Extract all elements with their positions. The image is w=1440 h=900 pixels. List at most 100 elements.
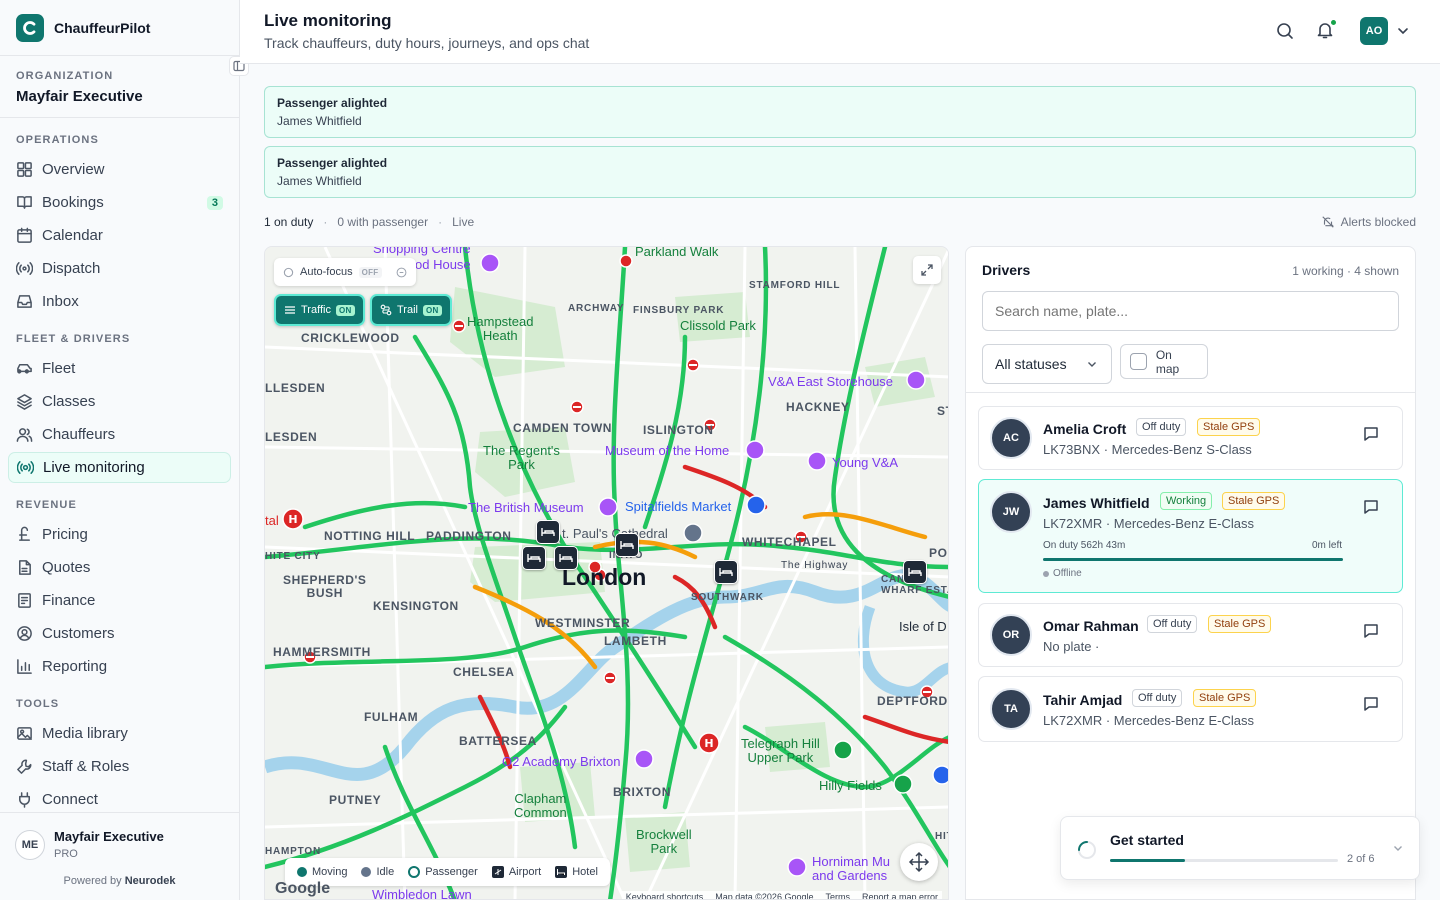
- separator-dot: ·: [323, 215, 328, 229]
- driver-card[interactable]: JW James Whitfield Working Stale GPS LK7…: [978, 479, 1403, 593]
- sidebar-item-dispatch[interactable]: Dispatch: [8, 253, 231, 284]
- report-error-link[interactable]: Report a map error: [862, 892, 938, 899]
- hotel-marker[interactable]: [615, 533, 639, 557]
- driver-detail: LK72XMR · Mercedes-Benz E-Class: [1043, 713, 1254, 728]
- with-passenger-count: 0 with passenger: [337, 215, 429, 229]
- hotel-marker[interactable]: [903, 560, 927, 584]
- alerts-blocked-toggle[interactable]: Alerts blocked: [1321, 215, 1416, 229]
- organization-block[interactable]: ORGANIZATION Mayfair Executive: [0, 56, 239, 118]
- message-icon[interactable]: [1362, 622, 1380, 640]
- map-label-british-museum: The British Museum: [468, 500, 584, 515]
- expand-icon: [921, 264, 933, 276]
- sidebar-item-fleet[interactable]: Fleet: [8, 353, 231, 384]
- alert-banner: Passenger alighted James Whitfield: [264, 146, 1416, 198]
- on-map-label: On map: [1155, 347, 1180, 376]
- legend-moving-label: Moving: [312, 866, 348, 878]
- powered-by: Powered by Neurodek: [0, 875, 239, 887]
- traffic-toggle[interactable]: Traffic ON: [274, 294, 365, 326]
- sidebar-item-classes[interactable]: Classes: [8, 386, 231, 417]
- map-label-museum-of-the-home: Museum of the Home: [605, 443, 730, 458]
- driver-card[interactable]: OR Omar Rahman Off duty Stale GPS No pla…: [978, 603, 1403, 667]
- sidebar-item-inbox[interactable]: Inbox: [8, 286, 231, 317]
- sidebar-item-calendar[interactable]: Calendar: [8, 220, 231, 251]
- fullscreen-button[interactable]: [913, 256, 941, 284]
- page-subtitle: Track chauffeurs, duty hours, journeys, …: [264, 35, 590, 51]
- status-filter-select[interactable]: All statuses: [982, 344, 1112, 384]
- checkbox-box[interactable]: [1130, 353, 1147, 370]
- legend-moving: Moving: [297, 866, 347, 878]
- sidebar-item-pricing[interactable]: Pricing: [8, 519, 231, 550]
- driver-card[interactable]: TA Tahir Amjad Off duty Stale GPS LK72XM…: [978, 676, 1403, 742]
- sidebar-item-live-monitoring[interactable]: Live monitoring: [8, 452, 231, 483]
- map-label-westminster: WESTMINSTER: [535, 616, 631, 630]
- offline-dot: [1043, 570, 1049, 577]
- sidebar: ChauffeurPilot ORGANIZATION Mayfair Exec…: [0, 0, 240, 900]
- chart-icon: [17, 659, 32, 674]
- message-icon[interactable]: [1362, 425, 1380, 443]
- driver-avatar: TA: [990, 688, 1032, 730]
- svg-text:H: H: [704, 737, 713, 750]
- file-icon: [19, 560, 31, 575]
- legend-idle: Idle: [361, 866, 394, 878]
- sidebar-item-quotes[interactable]: Quotes: [8, 552, 231, 583]
- recenter-button[interactable]: [900, 843, 938, 881]
- drivers-panel: Drivers 1 working · 4 shown All statuses…: [965, 246, 1416, 900]
- map-label-parkland-walk: Parkland Walk: [635, 246, 719, 259]
- organization-name: Mayfair Executive: [16, 88, 143, 105]
- driver-avatar: AC: [990, 417, 1032, 459]
- sidebar-item-finance[interactable]: Finance: [8, 585, 231, 616]
- users-icon: [16, 428, 33, 442]
- chevron-down-icon[interactable]: [1395, 23, 1411, 39]
- terms-link[interactable]: Terms: [825, 892, 850, 899]
- alert-title: Passenger alighted: [277, 96, 388, 110]
- message-icon[interactable]: [1362, 498, 1380, 516]
- message-icon[interactable]: [1362, 695, 1380, 713]
- legend-hotel-label: Hotel: [572, 866, 598, 878]
- get-started-widget[interactable]: Get started 2 of 6: [1060, 816, 1420, 880]
- hotel-marker[interactable]: [554, 546, 578, 570]
- sidebar-footer[interactable]: ME Mayfair Executive PRO Powered by Neur…: [0, 812, 239, 900]
- sidebar-item-chauffeurs[interactable]: Chauffeurs: [8, 419, 231, 450]
- map-label-st: ST: [937, 404, 948, 418]
- chevron-down-icon[interactable]: [1391, 841, 1405, 855]
- autofocus-toggle[interactable]: Auto-focus OFF: [274, 258, 416, 286]
- bell-off-icon: [1321, 216, 1334, 228]
- hotel-marker[interactable]: [714, 560, 738, 584]
- svg-text:H: H: [288, 513, 297, 526]
- sidebar-item-media-library[interactable]: Media library: [8, 718, 231, 749]
- progress-spinner-icon: [1077, 840, 1097, 860]
- live-map[interactable]: H H CRICKLEWOOD ARCHWAY FINSBURY PARK ST…: [264, 246, 949, 900]
- map-label-hit: HIT: [935, 831, 948, 842]
- driver-avatar: OR: [990, 614, 1032, 656]
- brand[interactable]: ChauffeurPilot: [0, 0, 239, 56]
- gps-badge: Stale GPS: [1193, 689, 1257, 707]
- driver-search-input[interactable]: [982, 291, 1399, 331]
- sidebar-item-connect[interactable]: Connect: [8, 784, 231, 815]
- grid-icon: [17, 162, 32, 177]
- user-avatar[interactable]: AO: [1360, 17, 1388, 45]
- sidebar-item-customers[interactable]: Customers: [8, 618, 231, 649]
- map-label-tal: tal: [265, 513, 279, 528]
- sidebar-item-bookings[interactable]: Bookings 3: [8, 187, 231, 218]
- organization-label: ORGANIZATION: [16, 70, 114, 82]
- map-label-hilly-fields: Hilly Fields: [819, 778, 882, 793]
- map-label-o2-brixton: O2 Academy Brixton: [502, 754, 621, 769]
- info-icon[interactable]: [396, 267, 407, 278]
- autofocus-label: Auto-focus: [300, 266, 353, 278]
- on-map-checkbox[interactable]: On map: [1120, 344, 1208, 379]
- trail-toggle[interactable]: Trail ON: [370, 294, 452, 326]
- connection-label: Offline: [1053, 568, 1082, 579]
- hotel-marker[interactable]: [522, 546, 546, 570]
- keyboard-shortcuts-link[interactable]: Keyboard shortcuts: [626, 892, 704, 899]
- chevron-down-icon: [1088, 362, 1096, 367]
- sidebar-item-overview[interactable]: Overview: [8, 154, 231, 185]
- driver-card[interactable]: AC Amelia Croft Off duty Stale GPS LK73B…: [978, 406, 1403, 470]
- sidebar-item-staff-roles[interactable]: Staff & Roles: [8, 751, 231, 782]
- map-label-archway: ARCHWAY: [568, 303, 625, 314]
- search-icon[interactable]: [1275, 21, 1295, 41]
- user-circle-icon: [17, 626, 32, 641]
- hotel-marker[interactable]: [536, 520, 560, 544]
- status-filter-value: All statuses: [995, 356, 1067, 372]
- notification-dot: [1330, 19, 1337, 26]
- sidebar-item-reporting[interactable]: Reporting: [8, 651, 231, 682]
